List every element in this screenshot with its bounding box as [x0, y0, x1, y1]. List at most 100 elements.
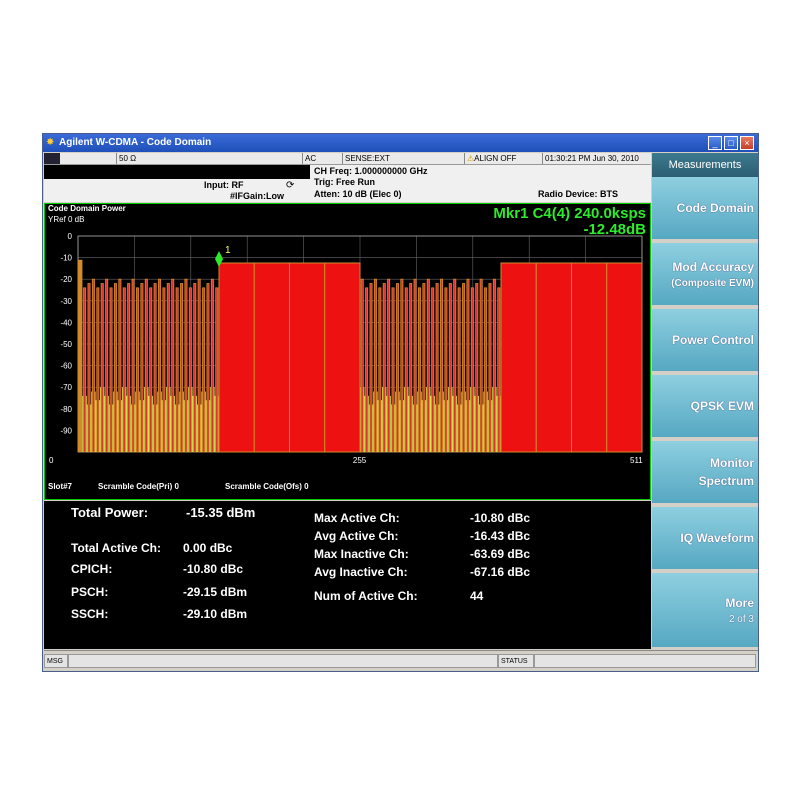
input-label: Input: RF: [204, 180, 244, 190]
marker-number-label: 1: [225, 245, 231, 256]
max-inactive-label: Max Inactive Ch:: [314, 547, 409, 561]
total-active-value: 0.00 dBc: [183, 541, 233, 555]
more-softkey[interactable]: More 2 of 3: [652, 573, 758, 649]
chart-bar: [470, 287, 474, 453]
chart-bar: [484, 287, 488, 453]
iq-waveform-softkey[interactable]: IQ Waveform: [652, 507, 758, 571]
chart-bar: [378, 287, 382, 453]
chart-bar: [253, 262, 290, 453]
y-tick-label: -60: [60, 362, 72, 371]
chart-bar: [413, 278, 417, 453]
marker-readout-line2: -12.48dB: [583, 221, 646, 238]
chart-bar: [373, 278, 377, 453]
psch-value: -29.15 dBm: [183, 585, 248, 599]
loop-icon: ⟳: [286, 180, 295, 191]
chart-bar: [118, 278, 122, 453]
graph-title: Code Domain Power: [48, 204, 126, 213]
cpich-value: -10.80 dBc: [183, 562, 244, 576]
y-tick-label: -80: [60, 405, 72, 414]
impedance-value: 50 Ω: [116, 153, 216, 164]
softkey-panel: Measurements Code Domain Mod Accuracy (C…: [652, 153, 758, 650]
slot-label: Slot#7: [48, 482, 73, 491]
chart-bar: [391, 287, 395, 453]
chart-bar: [535, 262, 572, 453]
code-domain-softkey[interactable]: Code Domain: [652, 177, 758, 241]
minimize-button[interactable]: _: [708, 136, 722, 150]
chart-bar: [180, 283, 184, 453]
chart-bar: [184, 278, 188, 453]
chart-bar: [606, 262, 643, 453]
total-power-value: -15.35 dBm: [186, 505, 256, 520]
total-power-label: Total Power:: [71, 505, 149, 520]
max-active-value: -10.80 dBc: [470, 511, 531, 525]
max-inactive-value: -63.69 dBc: [470, 547, 531, 561]
chart-bar: [431, 287, 435, 453]
window-title: Agilent W-CDMA - Code Domain: [59, 137, 212, 148]
status-label: STATUS: [498, 654, 534, 668]
close-button[interactable]: ×: [740, 136, 754, 150]
softkey-label: Mod Accuracy: [672, 259, 754, 274]
chart-bar: [466, 278, 470, 453]
trigger: Trig: Free Run: [314, 177, 376, 187]
chart-bar: [422, 283, 426, 453]
scramble-ofs-label: Scramble Code(Ofs) 0: [225, 482, 309, 491]
softkey-label: More: [725, 595, 754, 610]
status-row: 50 Ω AC SENSE:EXT ⚠ALIGN OFF 01:30:21 PM…: [44, 153, 651, 165]
chart-bar: [166, 283, 170, 453]
chart-bar: [324, 262, 361, 453]
settings-panel: Input: RF #IFGain:Low ⟳ CH Freq: 1.00000…: [44, 165, 651, 202]
align-status: ⚠ALIGN OFF: [464, 153, 542, 164]
qpsk-evm-softkey[interactable]: QPSK EVM: [652, 375, 758, 439]
y-tick-label: -10: [60, 254, 72, 263]
y-tick-label: -50: [60, 340, 72, 349]
softkey-label: QPSK EVM: [690, 399, 754, 413]
y-tick-label: -30: [60, 297, 72, 306]
datetime: 01:30:21 PM Jun 30, 2010: [542, 153, 651, 164]
total-active-label: Total Active Ch:: [71, 541, 162, 555]
marker-readout: Mkr1 C4(4) 240.0ksps -12.48dB: [493, 206, 646, 238]
softkey-label: Code Domain: [676, 201, 754, 215]
chart-bar: [135, 287, 139, 453]
x-tick-label: 511: [630, 456, 643, 465]
psch-label: PSCH:: [71, 585, 109, 599]
maximize-button[interactable]: □: [724, 136, 738, 150]
chart-bar: [197, 278, 201, 453]
chart-bar: [417, 287, 421, 453]
x-tick-label: 255: [353, 456, 367, 465]
power-control-softkey[interactable]: Power Control: [652, 309, 758, 373]
softkey-menu-title: Measurements: [652, 153, 758, 177]
mod-accuracy-softkey[interactable]: Mod Accuracy (Composite EVM): [652, 243, 758, 307]
num-active-value: 44: [470, 589, 484, 603]
chart-bar: [210, 278, 214, 453]
ssch-value: -29.10 dBm: [183, 607, 248, 621]
ifgain-label: #IFGain:Low: [230, 191, 284, 201]
status-bar: MSG STATUS: [44, 650, 758, 671]
title-bar: ✸ Agilent W-CDMA - Code Domain _ □ ×: [43, 134, 758, 152]
chart-bar: [202, 287, 206, 453]
y-tick-label: -20: [60, 275, 72, 284]
chart-bar: [571, 262, 608, 453]
chart-bar: [140, 283, 144, 453]
softkey-label: Monitor: [710, 456, 754, 470]
msg-field: [68, 654, 498, 668]
monitor-spectrum-softkey[interactable]: Monitor Spectrum: [652, 441, 758, 505]
chart-bar: [453, 278, 457, 453]
chart-bar: [87, 283, 91, 453]
chart-bar: [131, 278, 135, 453]
max-active-label: Max Active Ch:: [314, 511, 400, 525]
chart-bar: [96, 287, 100, 453]
chart-bar: [444, 287, 448, 453]
chart-bar: [206, 283, 210, 453]
chart-bar: [91, 278, 95, 453]
softkey-label: Power Control: [671, 333, 754, 347]
chart-bar: [475, 283, 479, 453]
marker-readout-line1: Mkr1 C4(4) 240.0ksps: [493, 205, 646, 222]
application-window: ✸ Agilent W-CDMA - Code Domain _ □ × 50 …: [42, 133, 759, 672]
softkey-sublabel: Spectrum: [698, 474, 754, 488]
avg-active-label: Avg Active Ch:: [314, 529, 399, 543]
radio-device: Radio Device: BTS: [538, 189, 619, 199]
num-active-label: Num of Active Ch:: [314, 589, 418, 603]
ch-freq: CH Freq: 1.000000000 GHz: [314, 166, 428, 176]
yref-label: YRef 0 dB: [48, 215, 85, 224]
chart-bar: [193, 283, 197, 453]
